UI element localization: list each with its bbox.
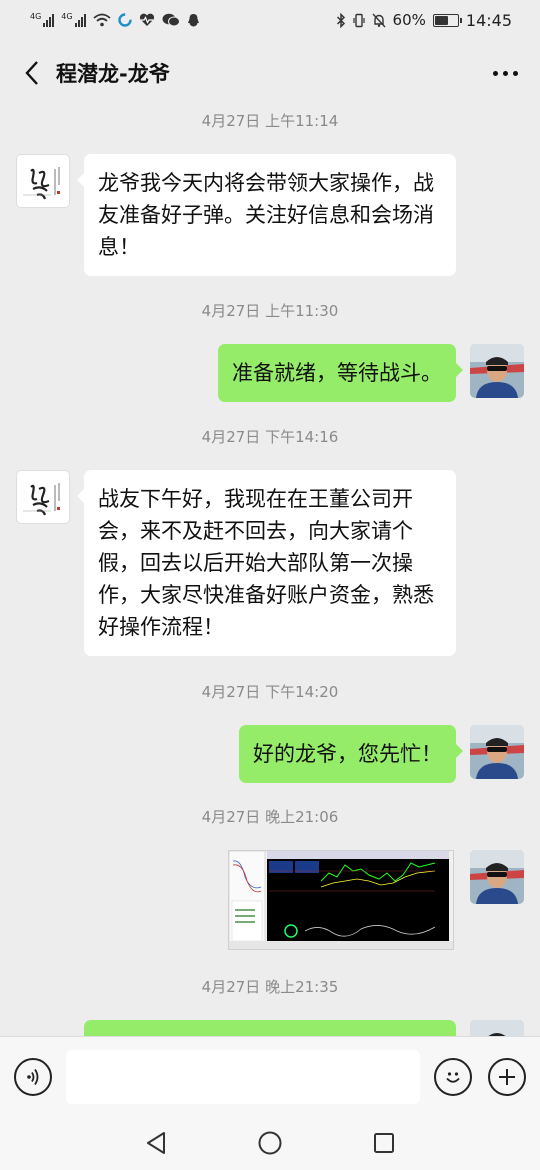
browser-icon: [117, 13, 132, 27]
avatar[interactable]: [470, 1020, 524, 1036]
chat-title: 程潜龙-龙爷: [56, 62, 170, 86]
back-button[interactable]: [18, 53, 46, 93]
message-sent: 准备就绪，等待战斗。: [218, 344, 524, 402]
wechat-icon: [162, 13, 180, 27]
network-type-1: 4G: [30, 12, 42, 21]
user-photo-avatar: [470, 344, 524, 398]
mute-icon: [372, 13, 386, 27]
status-bar: 4G 4G 60% 14:45: [0, 0, 540, 40]
voice-icon: [27, 1068, 39, 1085]
message-timestamp: 4月27日 晚上21:35: [201, 978, 339, 996]
avatar[interactable]: [16, 154, 70, 208]
signal-icon-2: 4G: [61, 12, 86, 27]
message-sent-image: [228, 850, 524, 950]
trading-chart-screenshot: [229, 851, 453, 949]
input-bar: [0, 1036, 540, 1116]
battery-icon: [432, 13, 462, 27]
heart-rate-icon: [139, 13, 154, 26]
message-list[interactable]: 4月27日 上午11:14 龙爷我今天内将会带领大家操作，战友准备好子弹。关注好…: [0, 106, 540, 1036]
message-timestamp: 4月27日 下午14:16: [201, 428, 339, 446]
calligraphy-avatar-image: [23, 483, 60, 516]
message-sent: [84, 1020, 524, 1036]
message-received: 龙爷我今天内将会带领大家操作，战友准备好子弹。关注好信息和会场消息！: [16, 154, 456, 276]
nav-home-icon[interactable]: [257, 1130, 283, 1156]
battery-percent: 60%: [392, 11, 426, 29]
clock: 14:45: [465, 10, 512, 30]
navigation-bar: [0, 1116, 540, 1170]
message-timestamp: 4月27日 上午11:14: [201, 112, 339, 130]
plus-icon: [499, 1068, 515, 1085]
message-bubble[interactable]: 好的龙爷，您先忙！: [239, 725, 463, 783]
wifi-icon: [93, 13, 111, 27]
message-sent: 好的龙爷，您先忙！: [239, 725, 524, 783]
plus-button[interactable]: [488, 1057, 526, 1096]
user-photo-avatar: [470, 1020, 524, 1036]
message-bubble[interactable]: 龙爷我今天内将会带领大家操作，战友准备好子弹。关注好信息和会场消息！: [77, 154, 456, 276]
back-icon: [25, 61, 38, 85]
message-received: 战友下午好，我现在在王董公司开会，来不及赶不回去，向大家请个假，回去以后开始大部…: [16, 470, 456, 656]
message-bubble[interactable]: 准备就绪，等待战斗。: [218, 344, 463, 402]
avatar[interactable]: [470, 725, 524, 779]
more-icon[interactable]: [489, 63, 522, 84]
calligraphy-avatar-image: [23, 167, 60, 200]
qq-icon: [187, 13, 199, 26]
chat-header: 程潜龙-龙爷: [0, 40, 540, 106]
network-type-2: 4G: [61, 12, 73, 21]
avatar[interactable]: [470, 850, 524, 904]
message-timestamp: 4月27日 下午14:20: [201, 683, 339, 701]
emoji-icon: [446, 1071, 460, 1083]
message-bubble[interactable]: [84, 1020, 456, 1036]
emoji-button[interactable]: [434, 1057, 472, 1096]
image-message[interactable]: [228, 850, 454, 950]
avatar[interactable]: [470, 344, 524, 398]
nav-recents-icon[interactable]: [372, 1131, 396, 1155]
user-photo-avatar: [470, 850, 524, 904]
message-input[interactable]: [66, 1049, 420, 1104]
message-timestamp: 4月27日 上午11:30: [201, 302, 339, 320]
voice-button[interactable]: [14, 1057, 52, 1096]
avatar[interactable]: [16, 470, 70, 524]
nav-back-icon[interactable]: [144, 1130, 168, 1156]
user-photo-avatar: [470, 725, 524, 779]
bluetooth-icon: [336, 12, 345, 28]
message-bubble[interactable]: 战友下午好，我现在在王董公司开会，来不及赶不回去，向大家请个假，回去以后开始大部…: [77, 470, 456, 656]
signal-icon: 4G: [30, 12, 55, 27]
vibrate-icon: [352, 13, 365, 27]
message-timestamp: 4月27日 晚上21:06: [201, 808, 339, 826]
